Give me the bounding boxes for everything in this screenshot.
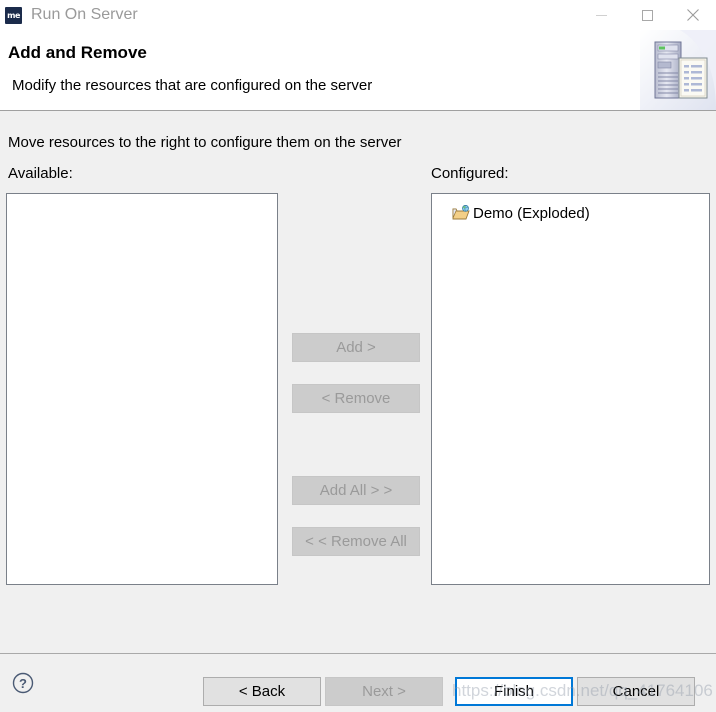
close-button[interactable] <box>670 0 716 30</box>
maximize-button[interactable] <box>624 0 670 30</box>
wizard-header: Add and Remove Modify the resources that… <box>0 30 716 111</box>
open-folder-web-icon <box>452 205 470 220</box>
add-all-button[interactable]: Add All > > <box>292 476 420 505</box>
list-item[interactable]: Demo (Exploded) <box>432 202 709 224</box>
available-list[interactable] <box>6 193 278 585</box>
svg-text:?: ? <box>19 676 27 691</box>
available-label: Available: <box>8 165 73 182</box>
server-and-document-icon <box>640 30 716 110</box>
instruction-text: Move resources to the right to configure… <box>8 134 402 151</box>
window-title: Run On Server <box>31 6 138 23</box>
list-item-label: Demo (Exploded) <box>473 204 590 222</box>
page-title: Add and Remove <box>8 43 147 62</box>
configured-label: Configured: <box>431 165 509 182</box>
title-bar: me Run On Server <box>0 0 716 30</box>
maximize-icon <box>641 9 653 21</box>
minimize-icon <box>595 14 607 16</box>
page-description: Modify the resources that are configured… <box>12 77 373 94</box>
finish-button[interactable]: Finish <box>455 677 573 706</box>
window-controls <box>578 0 716 30</box>
wizard-footer: ? < Back Next > Finish Cancel <box>0 653 716 712</box>
cancel-button[interactable]: Cancel <box>577 677 695 706</box>
close-icon <box>687 9 699 21</box>
wizard-body: Move resources to the right to configure… <box>0 111 716 653</box>
app-icon: me <box>5 6 22 24</box>
minimize-button[interactable] <box>578 0 624 30</box>
help-question-icon[interactable]: ? <box>12 672 34 694</box>
remove-button[interactable]: < Remove <box>292 384 420 413</box>
configured-list[interactable]: Demo (Exploded) <box>431 193 710 585</box>
next-button[interactable]: Next > <box>325 677 443 706</box>
add-button[interactable]: Add > <box>292 333 420 362</box>
remove-all-button[interactable]: < < Remove All <box>292 527 420 556</box>
back-button[interactable]: < Back <box>203 677 321 706</box>
